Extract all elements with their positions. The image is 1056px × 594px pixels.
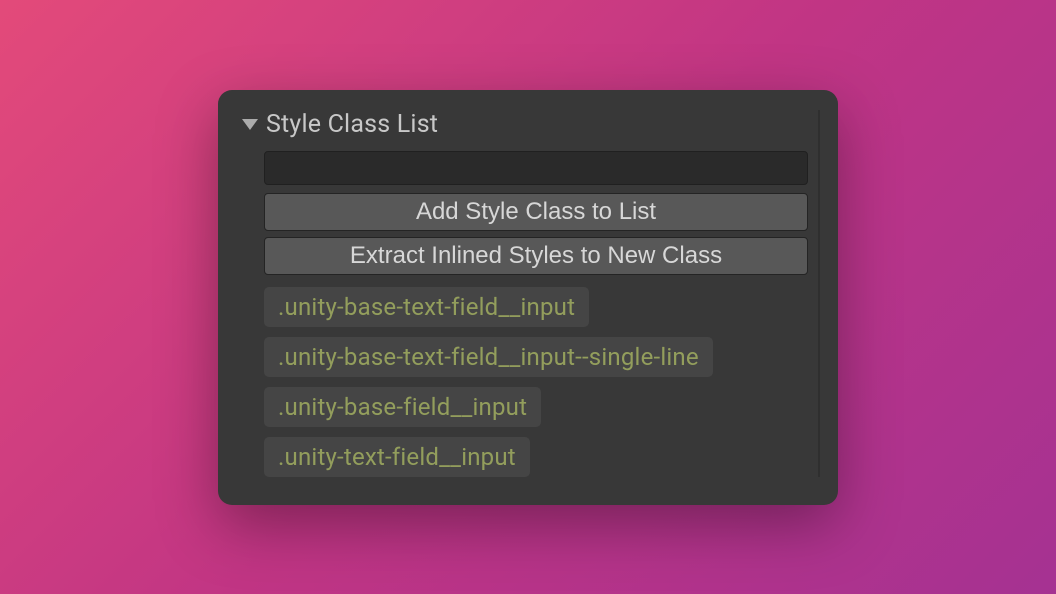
class-pill-label: .unity-base-text-field__input [278, 293, 575, 321]
style-class-list-panel: Style Class List Add Style Class to List… [218, 90, 838, 505]
controls-container: Add Style Class to List Extract Inlined … [236, 151, 808, 477]
class-pill-label: .unity-base-text-field__input--single-li… [278, 343, 699, 371]
class-pill-label: .unity-base-field__input [278, 393, 527, 421]
style-class-input[interactable] [264, 151, 808, 185]
class-pill[interactable]: .unity-text-field__input [264, 437, 530, 477]
extract-inlined-styles-button[interactable]: Extract Inlined Styles to New Class [264, 237, 808, 275]
foldout-arrow-icon[interactable] [242, 119, 258, 130]
add-style-class-button[interactable]: Add Style Class to List [264, 193, 808, 231]
section-header[interactable]: Style Class List [236, 110, 808, 139]
class-pill[interactable]: .unity-base-text-field__input [264, 287, 589, 327]
class-pill[interactable]: .unity-base-text-field__input--single-li… [264, 337, 713, 377]
class-pill[interactable]: .unity-base-field__input [264, 387, 541, 427]
section-title: Style Class List [266, 110, 438, 139]
class-pill-label: .unity-text-field__input [278, 443, 516, 471]
panel-inner: Style Class List Add Style Class to List… [236, 110, 820, 477]
class-pill-list: .unity-base-text-field__input .unity-bas… [264, 287, 808, 477]
